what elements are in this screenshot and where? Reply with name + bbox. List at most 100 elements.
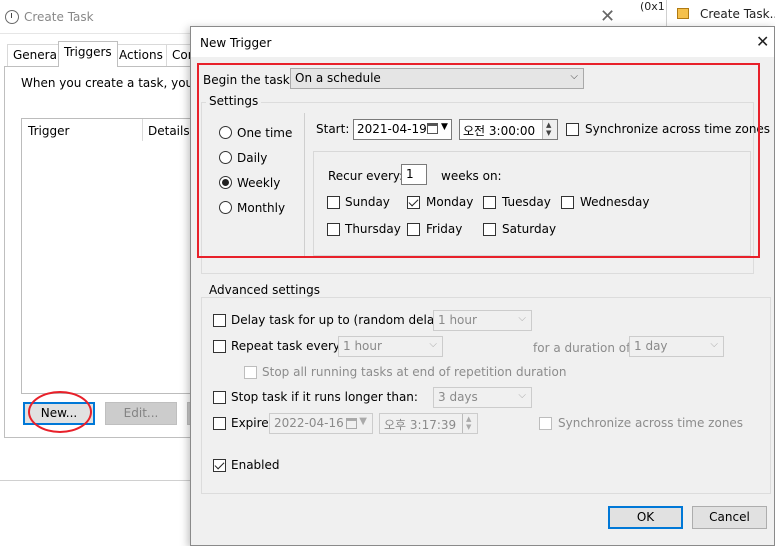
chevron-down-icon: ⌵ bbox=[518, 313, 526, 324]
trigger-list[interactable] bbox=[21, 118, 191, 394]
delay-task-select[interactable]: 1 hour ⌵ bbox=[433, 310, 532, 331]
begin-task-label: Begin the task: bbox=[203, 73, 294, 87]
start-date-value: 2021-04-19 bbox=[357, 122, 427, 136]
delay-task-label[interactable]: Delay task for up to (random delay): bbox=[231, 313, 450, 327]
day-label-sunday[interactable]: Sunday bbox=[345, 195, 390, 209]
expire-date-value: 2022-04-16 bbox=[274, 416, 344, 430]
radio-daily[interactable] bbox=[219, 151, 232, 164]
close-icon[interactable]: ✕ bbox=[756, 32, 769, 51]
delay-task-value: 1 hour bbox=[438, 313, 477, 327]
radio-label-weekly[interactable]: Weekly bbox=[237, 176, 280, 190]
delay-task-checkbox[interactable] bbox=[213, 314, 226, 327]
expire-time-value: 오후 3:17:39 bbox=[384, 418, 457, 432]
stop-all-tasks-label[interactable]: Stop all running tasks at end of repetit… bbox=[262, 365, 566, 379]
stop-long-task-label[interactable]: Stop task if it runs longer than: bbox=[231, 390, 418, 404]
column-header-details[interactable]: Details bbox=[148, 124, 190, 138]
expire-date-picker[interactable]: 2022-04-16 ▼ bbox=[269, 413, 373, 434]
settings-divider bbox=[304, 113, 305, 257]
partial-label: (0x1 bbox=[640, 0, 665, 13]
expire-sync-checkbox[interactable] bbox=[539, 417, 552, 430]
day-checkbox-friday[interactable] bbox=[407, 223, 420, 236]
start-time-field[interactable]: 오전 3:00:00 ▲ ▼ bbox=[459, 119, 558, 140]
expire-time-field[interactable]: 오후 3:17:39 ▲ ▼ bbox=[379, 413, 478, 434]
day-checkbox-tuesday[interactable] bbox=[483, 196, 496, 209]
calendar-icon[interactable] bbox=[346, 418, 357, 429]
duration-value: 1 day bbox=[634, 339, 668, 353]
recur-every-label: Recur every: bbox=[328, 169, 404, 183]
day-label-tuesday[interactable]: Tuesday bbox=[502, 195, 551, 209]
radio-monthly[interactable] bbox=[219, 201, 232, 214]
edit-trigger-button[interactable]: Edit... bbox=[105, 402, 177, 425]
new-trigger-button[interactable]: New... bbox=[23, 402, 95, 425]
begin-task-select[interactable]: On a schedule ⌵ bbox=[290, 68, 584, 89]
calendar-icon[interactable] bbox=[427, 123, 438, 134]
repeat-task-value: 1 hour bbox=[343, 339, 382, 353]
cancel-button[interactable]: Cancel bbox=[692, 506, 767, 529]
spin-down-icon[interactable]: ▼ bbox=[466, 424, 471, 431]
dialog-titlebar bbox=[191, 27, 774, 57]
time-spinner[interactable]: ▲ ▼ bbox=[462, 414, 477, 433]
create-task-title: Create Task bbox=[24, 10, 94, 24]
time-spinner[interactable]: ▲ ▼ bbox=[542, 120, 557, 139]
tab-actions[interactable]: Actions bbox=[113, 44, 169, 66]
day-label-saturday[interactable]: Saturday bbox=[502, 222, 556, 236]
chevron-down-icon: ⌵ bbox=[518, 390, 526, 401]
new-trigger-dialog: New Trigger ✕ Begin the task: On a sched… bbox=[190, 26, 775, 546]
enabled-label[interactable]: Enabled bbox=[231, 458, 280, 472]
task-scheduler-icon bbox=[677, 8, 689, 19]
triggers-description: When you create a task, you can bbox=[21, 76, 219, 90]
day-label-monday[interactable]: Monday bbox=[426, 195, 473, 209]
expire-checkbox[interactable] bbox=[213, 417, 226, 430]
day-label-friday[interactable]: Friday bbox=[426, 222, 462, 236]
day-checkbox-thursday[interactable] bbox=[327, 223, 340, 236]
spin-down-icon[interactable]: ▼ bbox=[546, 130, 551, 137]
expire-label[interactable]: Expire: bbox=[231, 416, 273, 430]
sync-time-zones-checkbox[interactable] bbox=[566, 123, 579, 136]
start-label: Start: bbox=[316, 122, 350, 136]
chevron-down-icon: ⌵ bbox=[710, 339, 718, 350]
repeat-task-select[interactable]: 1 hour ⌵ bbox=[338, 336, 443, 357]
duration-label: for a duration of: bbox=[533, 341, 634, 355]
begin-task-value: On a schedule bbox=[295, 71, 381, 85]
stop-long-task-checkbox[interactable] bbox=[213, 391, 226, 404]
dialog-title: New Trigger bbox=[200, 36, 272, 50]
day-label-thursday[interactable]: Thursday bbox=[345, 222, 401, 236]
enabled-checkbox[interactable] bbox=[213, 459, 226, 472]
advanced-settings-label: Advanced settings bbox=[206, 283, 323, 297]
day-label-wednesday[interactable]: Wednesday bbox=[580, 195, 649, 209]
day-checkbox-sunday[interactable] bbox=[327, 196, 340, 209]
create-task-menu-item[interactable]: Create Task... bbox=[700, 7, 775, 21]
start-date-picker[interactable]: 2021-04-19 ▼ bbox=[353, 119, 452, 140]
chevron-down-icon[interactable]: ▼ bbox=[441, 122, 448, 132]
recur-every-input[interactable]: 1 bbox=[401, 164, 427, 185]
radio-label-monthly[interactable]: Monthly bbox=[237, 201, 285, 215]
sync-time-zones-label[interactable]: Synchronize across time zones bbox=[585, 122, 770, 136]
day-checkbox-saturday[interactable] bbox=[483, 223, 496, 236]
ok-button[interactable]: OK bbox=[608, 506, 683, 529]
radio-label-one-time[interactable]: One time bbox=[237, 126, 292, 140]
spin-up-icon[interactable]: ▲ bbox=[546, 122, 551, 129]
expire-sync-label[interactable]: Synchronize across time zones bbox=[558, 416, 743, 430]
repeat-task-checkbox[interactable] bbox=[213, 340, 226, 353]
column-header-trigger[interactable]: Trigger bbox=[28, 124, 69, 138]
stop-long-task-value: 3 days bbox=[438, 390, 478, 404]
duration-select[interactable]: 1 day ⌵ bbox=[629, 336, 724, 357]
day-checkbox-monday[interactable] bbox=[407, 196, 420, 209]
chevron-down-icon: ⌵ bbox=[429, 339, 437, 350]
stop-all-tasks-checkbox[interactable] bbox=[244, 366, 257, 379]
radio-weekly[interactable] bbox=[219, 176, 232, 189]
clock-icon bbox=[5, 10, 19, 24]
day-checkbox-wednesday[interactable] bbox=[561, 196, 574, 209]
repeat-task-label[interactable]: Repeat task every: bbox=[231, 339, 343, 353]
bottom-divider bbox=[0, 480, 190, 481]
radio-one-time[interactable] bbox=[219, 126, 232, 139]
tab-triggers[interactable]: Triggers bbox=[58, 41, 118, 67]
stop-long-task-select[interactable]: 3 days ⌵ bbox=[433, 387, 532, 408]
spin-up-icon[interactable]: ▲ bbox=[466, 416, 471, 423]
close-icon[interactable]: ✕ bbox=[600, 6, 615, 27]
column-divider bbox=[142, 119, 143, 141]
start-time-value: 오전 3:00:00 bbox=[463, 124, 536, 138]
chevron-down-icon: ▼ bbox=[359, 416, 367, 427]
weeks-on-label: weeks on: bbox=[441, 169, 502, 183]
radio-label-daily[interactable]: Daily bbox=[237, 151, 267, 165]
